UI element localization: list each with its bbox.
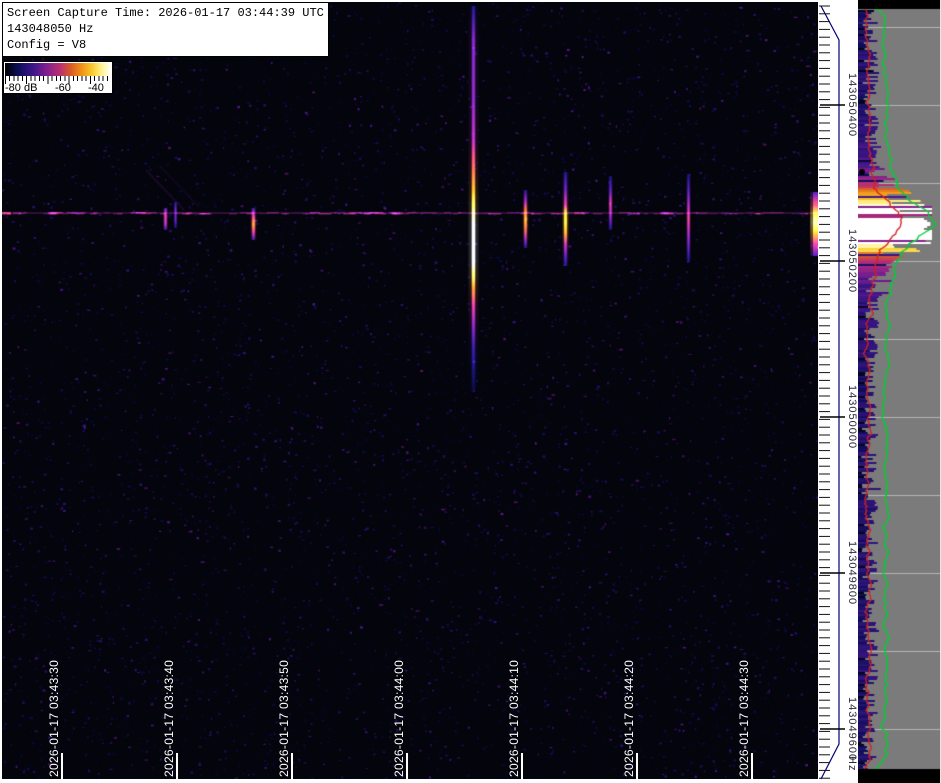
center-frequency-text: 143048050 Hz bbox=[7, 21, 324, 37]
frequency-unit-label: Hz bbox=[846, 756, 858, 771]
db-label-minus40: -40 bbox=[88, 82, 104, 94]
db-label-minus80: -80 dB bbox=[5, 82, 37, 94]
color-scale-legend: -80 dB -60 -40 bbox=[3, 61, 113, 94]
capture-time-text: Screen Capture Time: 2026-01-17 03:44:39… bbox=[7, 5, 324, 21]
axis-spine bbox=[821, 6, 839, 779]
frequency-tick-label: 143050000 bbox=[846, 385, 858, 449]
frequency-tick-label: 143049800 bbox=[846, 541, 858, 605]
waterfall-spectrogram bbox=[2, 2, 818, 780]
db-label-minus60: -60 bbox=[55, 82, 71, 94]
spectrum-amplitude-panel bbox=[858, 0, 941, 783]
frequency-tick-label: 143050400 bbox=[846, 73, 858, 137]
app-window: 143050400 143050200 143050000 143049800 1430… bbox=[0, 0, 941, 783]
window-border-left bbox=[0, 0, 2, 783]
config-text: Config = V8 bbox=[7, 37, 324, 53]
frequency-tick-label: 143050200 bbox=[846, 229, 858, 293]
frequency-tick-label: 143049600 bbox=[846, 697, 858, 761]
capture-info-box: Screen Capture Time: 2026-01-17 03:44:39… bbox=[2, 2, 329, 57]
color-scale-labels: -80 dB -60 -40 bbox=[4, 84, 112, 95]
frequency-axis: 143050400 143050200 143050000 143049800 1430… bbox=[818, 0, 858, 783]
intensity-gradient bbox=[5, 63, 111, 76]
window-border-bottom bbox=[0, 779, 818, 783]
